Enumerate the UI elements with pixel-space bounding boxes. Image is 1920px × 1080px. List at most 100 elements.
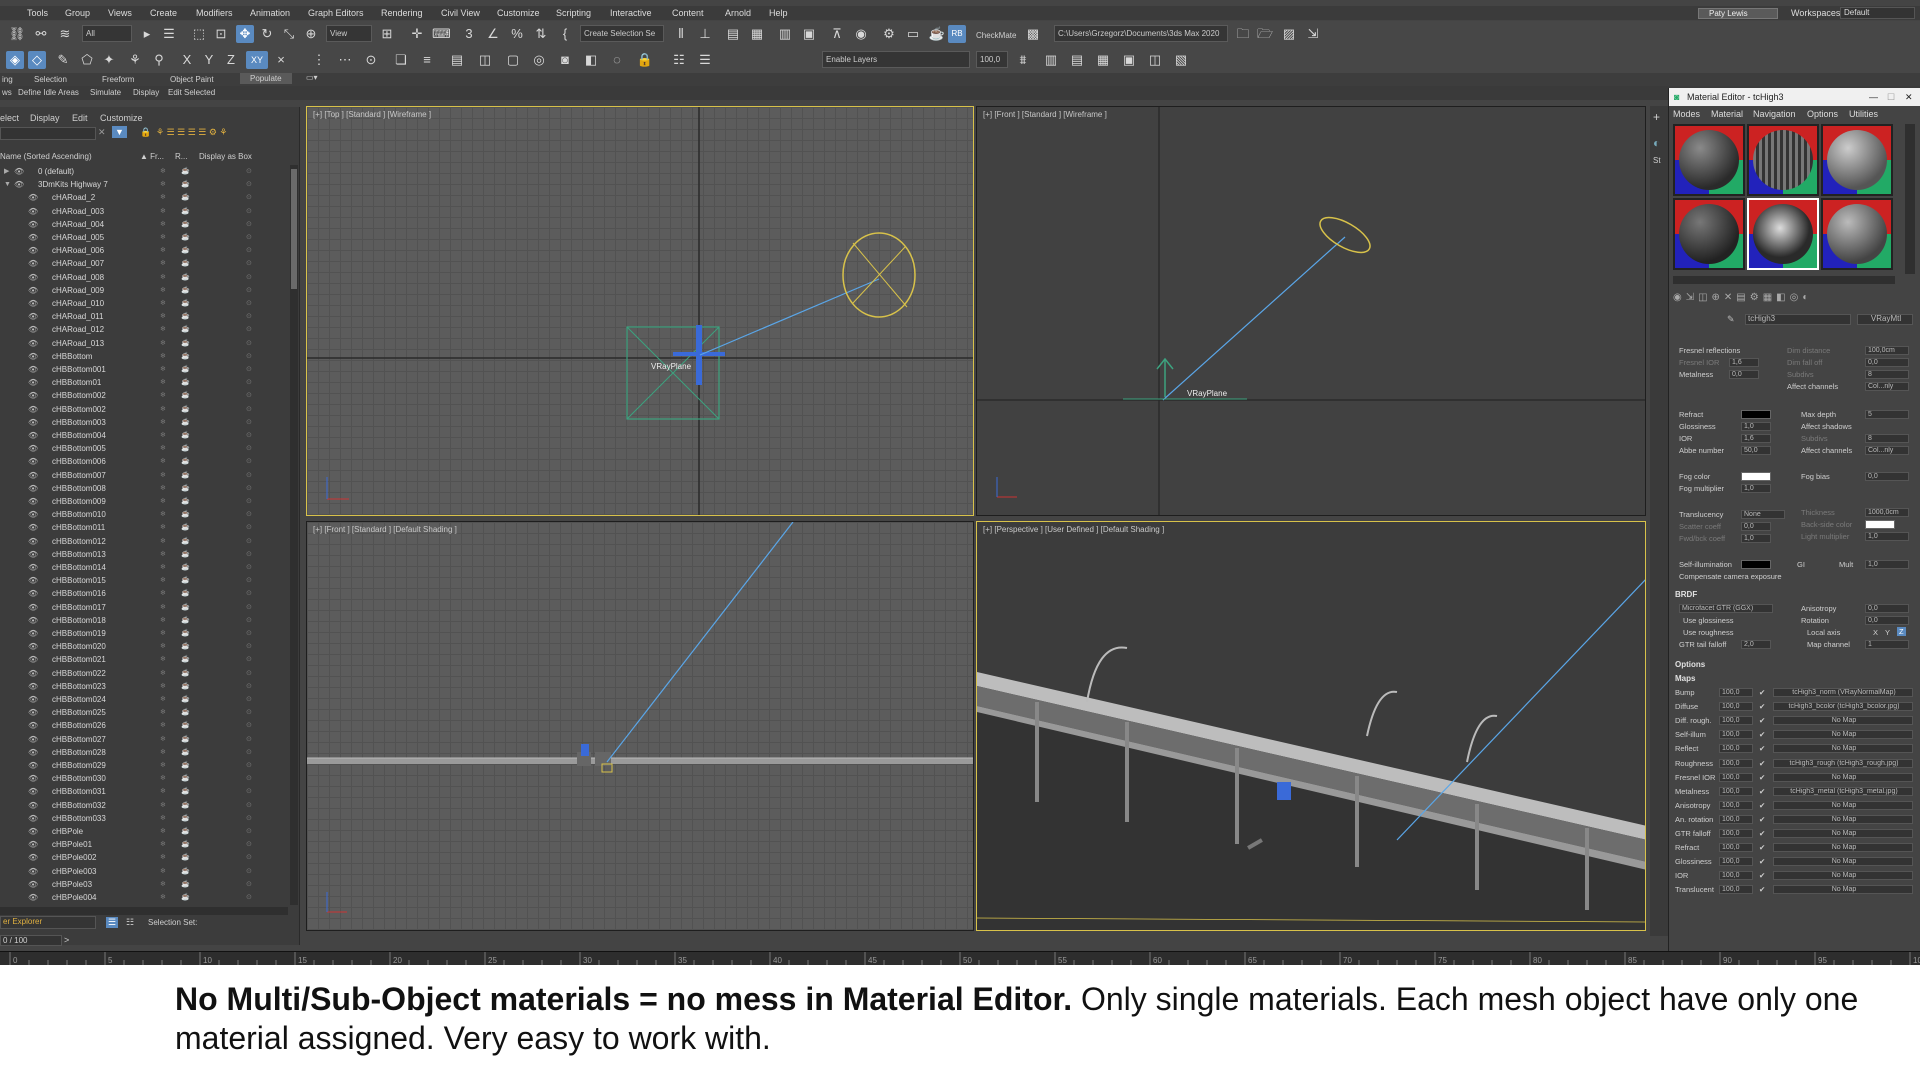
map-amount-field[interactable]: 100,0 bbox=[1719, 871, 1753, 881]
renderable-icon[interactable]: ☕ bbox=[181, 271, 190, 284]
modify-icon[interactable]: ◐ bbox=[1653, 136, 1660, 150]
visibility-icon[interactable]: 👁 bbox=[28, 891, 38, 904]
scene-row[interactable]: 👁 cHBPole003 ❄ ☕ ⊙ bbox=[0, 865, 288, 878]
map-button[interactable]: No Map bbox=[1773, 885, 1913, 895]
ribbon-tab-modeling[interactable]: ing bbox=[2, 75, 13, 84]
display-as-box-icon[interactable]: ⊙ bbox=[246, 640, 252, 653]
material-editor-icon[interactable]: ◉ bbox=[852, 25, 870, 43]
affect-channels-dropdown[interactable]: Col...nly bbox=[1865, 382, 1909, 391]
map-enable-checkbox[interactable]: ✔ bbox=[1759, 843, 1765, 852]
freeze-icon[interactable]: ❄ bbox=[160, 812, 166, 825]
map-channel-radio[interactable]: Map channel bbox=[1807, 640, 1850, 649]
anisotropy-field[interactable]: 0,0 bbox=[1865, 604, 1909, 613]
scene-explorer-icon[interactable]: ☰ bbox=[106, 917, 119, 928]
map-enable-checkbox[interactable]: ✔ bbox=[1759, 801, 1765, 810]
renderable-icon[interactable]: ☕ bbox=[181, 746, 190, 759]
layer-explorer-icon[interactable]: ▤ bbox=[724, 25, 742, 43]
viewport-front-wireframe[interactable]: [+] [Front ] [Standard ] [Wireframe ] VR… bbox=[976, 106, 1646, 516]
column-box-header[interactable]: Display as Box bbox=[199, 152, 252, 161]
map-button[interactable]: No Map bbox=[1773, 744, 1913, 754]
scene-row[interactable]: 👁 cHBBottom018 ❄ ☕ ⊙ bbox=[0, 614, 288, 627]
display-as-box-icon[interactable]: ⊙ bbox=[246, 825, 252, 838]
scene-row[interactable]: 👁 cHBBottom006 ❄ ☕ ⊙ bbox=[0, 455, 288, 468]
renderable-icon[interactable]: ☕ bbox=[181, 693, 190, 706]
menu-civil-view[interactable]: Civil View bbox=[441, 8, 480, 18]
schematic-view-icon[interactable]: ▣ bbox=[800, 25, 818, 43]
display-as-box-icon[interactable]: ⊙ bbox=[246, 178, 252, 191]
scene-row[interactable]: 👁 cHBBottom009 ❄ ☕ ⊙ bbox=[0, 495, 288, 508]
workspace-dropdown[interactable]: Default bbox=[1840, 7, 1915, 19]
align-icon[interactable]: ⊥ bbox=[696, 25, 714, 43]
freeze-icon[interactable]: ❄ bbox=[160, 680, 166, 693]
renderable-icon[interactable]: ☕ bbox=[181, 165, 190, 178]
display-as-box-icon[interactable]: ⊙ bbox=[246, 587, 252, 600]
menu-interactive[interactable]: Interactive bbox=[610, 8, 652, 18]
sample-slot[interactable] bbox=[1821, 124, 1893, 196]
map-amount-field[interactable]: 100,0 bbox=[1719, 843, 1753, 853]
sample-slot[interactable] bbox=[1821, 198, 1893, 270]
display-as-box-icon[interactable]: ⊙ bbox=[246, 653, 252, 666]
reference-coord-dropdown[interactable]: View bbox=[326, 25, 372, 42]
visibility-icon[interactable]: 👁 bbox=[28, 244, 38, 257]
freeze-icon[interactable]: ❄ bbox=[160, 389, 166, 402]
spacing-icon[interactable]: ⊙ bbox=[362, 51, 380, 69]
local-axis-radio[interactable]: Local axis bbox=[1807, 628, 1840, 637]
renderable-icon[interactable]: ☕ bbox=[181, 416, 190, 429]
project-folder-icon[interactable]: 🗀 bbox=[1234, 25, 1252, 43]
visibility-icon[interactable]: 👁 bbox=[28, 878, 38, 891]
display-as-box-icon[interactable]: ⊙ bbox=[246, 442, 252, 455]
ribbon-tab-populate[interactable]: Populate bbox=[240, 73, 292, 84]
scene-scrollbar[interactable] bbox=[290, 165, 298, 905]
freeze-icon[interactable]: ❄ bbox=[160, 746, 166, 759]
freeze-icon[interactable]: ❄ bbox=[160, 376, 166, 389]
scatter-coeff-field[interactable]: 0,0 bbox=[1741, 522, 1771, 531]
hierarchy-icon[interactable]: St bbox=[1653, 156, 1661, 165]
renderable-icon[interactable]: ☕ bbox=[181, 561, 190, 574]
next-frame-icon[interactable]: > bbox=[64, 935, 69, 945]
display-as-box-icon[interactable]: ⊙ bbox=[246, 403, 252, 416]
move-pivot-icon[interactable]: ✛ bbox=[408, 25, 426, 43]
renderable-icon[interactable]: ☕ bbox=[181, 337, 190, 350]
map-button[interactable]: tcHigh3_bcolor (tcHigh3_bcolor.jpg) bbox=[1773, 702, 1913, 712]
back-side-color-swatch[interactable] bbox=[1865, 520, 1895, 529]
compensate-exposure-checkbox[interactable]: Compensate camera exposure bbox=[1679, 572, 1782, 581]
renderable-icon[interactable]: ☕ bbox=[181, 627, 190, 640]
freeze-icon[interactable]: ❄ bbox=[160, 891, 166, 904]
freeze-icon[interactable]: ❄ bbox=[160, 838, 166, 851]
map-button[interactable]: No Map bbox=[1773, 800, 1913, 810]
display-as-box-icon[interactable]: ⊙ bbox=[246, 733, 252, 746]
mirror-icon[interactable]: ⫴ bbox=[672, 25, 690, 43]
visibility-icon[interactable]: 👁 bbox=[28, 865, 38, 878]
map-button[interactable]: No Map bbox=[1773, 857, 1913, 867]
display-as-box-icon[interactable]: ⊙ bbox=[246, 601, 252, 614]
map-amount-field[interactable]: 100,0 bbox=[1719, 885, 1753, 895]
freeze-icon[interactable]: ❄ bbox=[160, 865, 166, 878]
freeze-icon[interactable]: ❄ bbox=[160, 601, 166, 614]
renderable-icon[interactable]: ☕ bbox=[181, 442, 190, 455]
renderable-icon[interactable]: ☕ bbox=[181, 350, 190, 363]
map-enable-checkbox[interactable]: ✔ bbox=[1759, 730, 1765, 739]
filter-icon[interactable]: ▼ bbox=[112, 126, 127, 138]
display-as-box-icon[interactable]: ⊙ bbox=[246, 746, 252, 759]
renderable-icon[interactable]: ☕ bbox=[181, 508, 190, 521]
abbe-label[interactable]: Abbe number bbox=[1679, 446, 1724, 455]
populate-item-flows[interactable]: ws bbox=[2, 88, 12, 97]
renderable-icon[interactable]: ☕ bbox=[181, 653, 190, 666]
visibility-icon[interactable]: 👁 bbox=[28, 482, 38, 495]
scene-row[interactable]: 👁 cHBBottom008 ❄ ☕ ⊙ bbox=[0, 482, 288, 495]
scene-row[interactable]: 👁 cHBBottom012 ❄ ☕ ⊙ bbox=[0, 535, 288, 548]
scene-row[interactable]: 👁 cHBBottom007 ❄ ☕ ⊙ bbox=[0, 469, 288, 482]
display-as-box-icon[interactable]: ⊙ bbox=[246, 838, 252, 851]
refract-subdivs-field[interactable]: 8 bbox=[1865, 434, 1909, 443]
scene-row[interactable]: 👁 cHBBottom032 ❄ ☕ ⊙ bbox=[0, 799, 288, 812]
visibility-icon[interactable]: 👁 bbox=[28, 799, 38, 812]
renderable-icon[interactable]: ☕ bbox=[181, 284, 190, 297]
renderable-icon[interactable]: ☕ bbox=[181, 218, 190, 231]
layers-list-icon[interactable]: ☷ bbox=[670, 51, 688, 69]
map-enable-checkbox[interactable]: ✔ bbox=[1759, 857, 1765, 866]
layer-icon[interactable]: ≡ bbox=[418, 51, 436, 69]
freeze-icon[interactable]: ❄ bbox=[160, 825, 166, 838]
map-enable-checkbox[interactable]: ✔ bbox=[1759, 688, 1765, 697]
scene-tab-select[interactable]: elect bbox=[0, 113, 19, 123]
visibility-icon[interactable]: 👁 bbox=[28, 231, 38, 244]
